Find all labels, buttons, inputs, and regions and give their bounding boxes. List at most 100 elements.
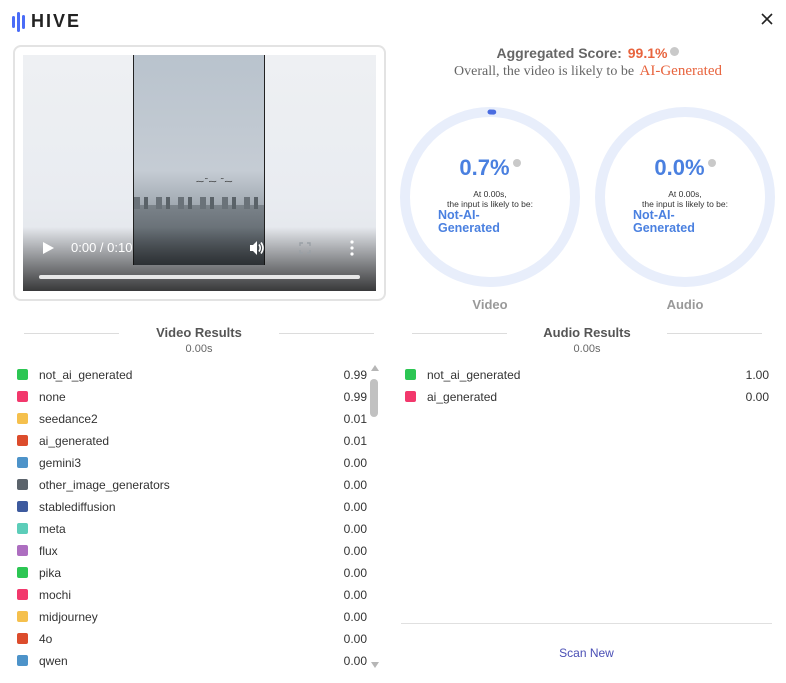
video-result-row: none 0.99 <box>17 386 367 408</box>
class-score: 0.00 <box>343 610 367 624</box>
audio-results-title: Audio Results <box>543 325 631 340</box>
video-results-time: 0.00s <box>185 343 213 355</box>
summary-verdict: AI-Generated <box>639 63 722 79</box>
video-score-subtext: the input is likely to be: <box>447 199 533 209</box>
video-result-row: ai_generated 0.01 <box>17 430 367 452</box>
audio-result-row: ai_generated 0.00 <box>405 386 769 408</box>
results-scrollbar[interactable] <box>369 365 379 668</box>
video-results-list: not_ai_generated 0.99 none 0.99 seedance2 0.0… <box>17 364 367 672</box>
class-label: midjourney <box>39 610 98 624</box>
class-score: 0.00 <box>343 588 367 602</box>
color-swatch <box>17 413 28 424</box>
class-score: 0.00 <box>343 654 367 668</box>
class-label: pika <box>39 566 62 580</box>
class-label: not_ai_generated <box>427 368 521 382</box>
class-score: 0.00 <box>343 632 367 646</box>
class-label: ai_generated <box>39 434 110 448</box>
audio-score-gauge: 0.0% At 0.00s, the input is likely to be… <box>591 103 779 291</box>
footer-divider <box>401 623 772 624</box>
aggregated-score-value: 99.1% <box>627 45 668 61</box>
video-result-row: not_ai_generated 0.99 <box>17 364 367 386</box>
audio-results-time: 0.00s <box>573 343 601 355</box>
video-result-row: meta 0.00 <box>17 518 367 540</box>
video-result-row: flux 0.00 <box>17 540 367 562</box>
class-score: 0.99 <box>343 390 367 404</box>
class-label: stablediffusion <box>39 500 116 514</box>
more-options-icon[interactable] <box>349 240 355 256</box>
info-icon[interactable] <box>512 159 521 167</box>
video-score-percent: 0.7% <box>459 155 510 180</box>
color-swatch <box>17 611 28 622</box>
video-results-header: Video Results 0.00s <box>24 325 374 355</box>
class-label: not_ai_generated <box>39 368 133 382</box>
class-score: 1.00 <box>745 368 769 382</box>
scroll-thumb[interactable] <box>370 379 378 417</box>
scan-new-button[interactable]: Scan New <box>401 646 772 660</box>
video-result-row: mochi 0.00 <box>17 584 367 606</box>
class-score: 0.00 <box>745 390 769 404</box>
video-gauge-label: Video <box>472 297 508 312</box>
video-result-row: seedance2 0.01 <box>17 408 367 430</box>
video-result-row: gemini3 0.00 <box>17 452 367 474</box>
video-time: 0:00 / 0:10 <box>71 240 133 255</box>
close-icon[interactable] <box>760 12 774 26</box>
brand-name: HIVE <box>31 11 82 31</box>
fullscreen-icon[interactable] <box>299 242 311 254</box>
class-score: 0.00 <box>343 544 367 558</box>
volume-icon[interactable] <box>249 240 265 256</box>
class-label: 4o <box>39 632 53 646</box>
color-swatch <box>17 567 28 578</box>
video-result-row: other_image_generators 0.00 <box>17 474 367 496</box>
class-label: qwen <box>39 654 68 668</box>
info-icon[interactable] <box>707 159 716 167</box>
color-swatch <box>17 589 28 600</box>
class-label: mochi <box>39 588 72 602</box>
audio-result-row: not_ai_generated 1.00 <box>405 364 769 386</box>
aggregated-score-label: Aggregated Score: <box>496 45 622 61</box>
class-label: flux <box>39 544 58 558</box>
audio-score-subtext: the input is likely to be: <box>642 199 728 209</box>
audio-score-percent: 0.0% <box>654 155 705 180</box>
audio-score-time: At 0.00s, <box>668 189 702 199</box>
class-score: 0.00 <box>343 566 367 580</box>
class-label: meta <box>39 522 66 536</box>
audio-verdict-line2: Generated <box>633 221 695 235</box>
video-result-row: pika 0.00 <box>17 562 367 584</box>
video-score-gauge: 0.7% At 0.00s, the input is likely to be… <box>396 103 584 291</box>
color-swatch <box>17 479 28 490</box>
color-swatch <box>17 501 28 512</box>
class-score: 0.00 <box>343 522 367 536</box>
class-score: 0.01 <box>343 434 367 448</box>
scroll-up-arrow[interactable] <box>371 365 379 371</box>
color-swatch <box>17 545 28 556</box>
color-swatch <box>17 369 28 380</box>
video-progress-bar[interactable] <box>39 275 360 279</box>
video-result-row: qwen 0.00 <box>17 650 367 672</box>
class-score: 0.00 <box>343 456 367 470</box>
hive-logo: HIVE <box>12 11 81 32</box>
audio-results-header: Audio Results 0.00s <box>412 325 762 355</box>
class-score: 0.01 <box>343 412 367 426</box>
color-swatch <box>405 369 416 380</box>
info-icon[interactable] <box>670 47 680 56</box>
video-result-row: stablediffusion 0.00 <box>17 496 367 518</box>
audio-gauge-label: Audio <box>666 297 704 312</box>
class-label: gemini3 <box>39 456 82 470</box>
video-verdict-line2: Generated <box>438 221 500 235</box>
video-result-row: 4o 0.00 <box>17 628 367 650</box>
video-results-title: Video Results <box>156 325 242 340</box>
color-swatch <box>17 457 28 468</box>
video-player-card: ⁓˜⁓ ˜⁓ 0:00 / 0:10 <box>13 45 386 301</box>
color-swatch <box>17 435 28 446</box>
play-icon[interactable] <box>41 241 55 255</box>
class-label: other_image_generators <box>39 478 170 492</box>
scroll-down-arrow[interactable] <box>371 662 379 668</box>
video-score-time: At 0.00s, <box>473 189 507 199</box>
color-swatch <box>17 391 28 402</box>
video-controls <box>23 227 376 291</box>
birds-in-sky: ⁓˜⁓ ˜⁓ <box>196 177 234 186</box>
video-player[interactable]: ⁓˜⁓ ˜⁓ 0:00 / 0:10 <box>23 55 376 291</box>
hive-logo-icon <box>12 11 25 32</box>
color-swatch <box>17 655 28 666</box>
color-swatch <box>17 633 28 644</box>
